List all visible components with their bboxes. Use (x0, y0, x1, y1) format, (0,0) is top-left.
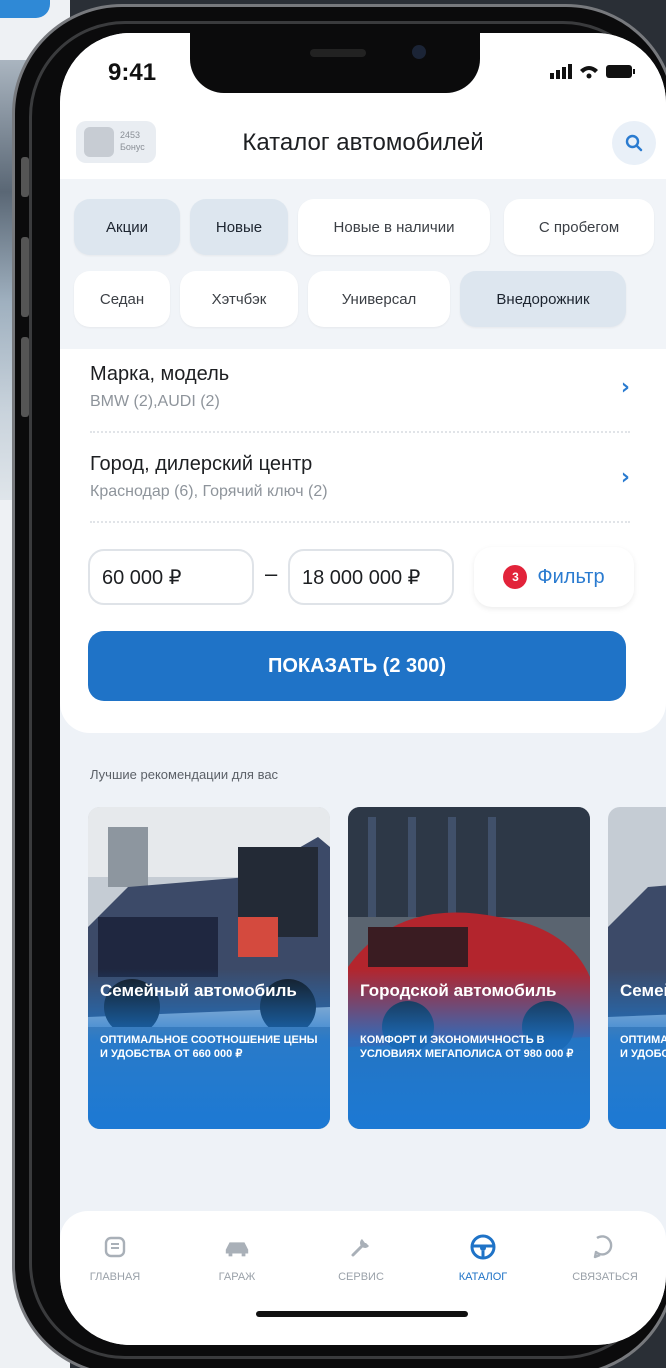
chip-sedan[interactable]: Седан (74, 271, 170, 327)
price-from-input[interactable]: 60 000 ₽ (88, 549, 254, 605)
wrench-icon (347, 1233, 375, 1261)
search-button[interactable] (612, 121, 656, 165)
row-city-dealer[interactable]: Город, дилерский центр Краснодар (6), Го… (90, 437, 630, 525)
steering-wheel-icon (469, 1233, 497, 1261)
card-description: КОМФОРТ И ЭКОНОМИЧНОСТЬ В УСЛОВИЯХ МЕГАП… (360, 1034, 574, 1060)
tab-home[interactable]: ГЛАВНАЯ (60, 1233, 170, 1283)
phone-screen: 9:41 2453 Бонус Каталог автомобилей Акци… (60, 33, 666, 1345)
chip-used[interactable]: С пробегом (504, 199, 654, 255)
tab-service[interactable]: СЕРВИС (306, 1233, 416, 1283)
recommendation-card[interactable]: Городской автомобиль КОМФОРТ И ЭКОНОМИЧН… (348, 807, 590, 1129)
row-subtitle: Краснодар (6), Горячий ключ (2) (90, 483, 328, 500)
recommendations-title: Лучшие рекомендации для вас (90, 767, 279, 782)
card-title: Семейный автомобиль (620, 981, 666, 1000)
filter-label: Фильтр (537, 565, 605, 588)
filter-count-badge: 3 (503, 565, 528, 589)
card-title: Городской автомобиль (360, 981, 557, 1000)
category-chips: Акции Новые Новые в наличии С пробегом С… (60, 179, 666, 349)
page-title: Каталог автомобилей (242, 129, 484, 156)
chip-hatchback[interactable]: Хэтчбэк (180, 271, 298, 327)
row-subtitle: BMW (2),AUDI (2) (90, 393, 220, 410)
price-to-input[interactable]: 18 000 000 ₽ (288, 549, 454, 605)
price-dash: – (265, 561, 278, 586)
chip-suv[interactable]: Внедорожник (460, 271, 626, 327)
home-indicator (256, 1311, 468, 1317)
card-description: ОПТИМАЛЬНОЕ СООТНОШЕНИЕ ЦЕНЫ И УДОБСТВА … (620, 1034, 666, 1060)
chip-new-in-stock[interactable]: Новые в наличии (298, 199, 490, 255)
divider (90, 431, 630, 433)
tab-label: ГЛАВНАЯ (89, 1271, 141, 1283)
phone-icon (591, 1233, 619, 1261)
notch (190, 33, 480, 93)
tab-catalog[interactable]: КАТАЛОГ (428, 1233, 538, 1283)
card-title: Семейный автомобиль (100, 981, 297, 1000)
app-header: 2453 Бонус Каталог автомобилей (60, 113, 666, 179)
phone-volume-down (21, 337, 29, 417)
row-title: Город, дилерский центр (90, 453, 313, 475)
chevron-right-icon: › (620, 465, 630, 490)
tab-label: СВЯЗАТЬСЯ (572, 1271, 638, 1283)
card-description: ОПТИМАЛЬНОЕ СООТНОШЕНИЕ ЦЕНЫ И УДОБСТВА … (100, 1034, 318, 1060)
tab-garage[interactable]: ГАРАЖ (182, 1233, 292, 1283)
front-camera (412, 45, 426, 59)
show-results-button[interactable]: ПОКАЗАТЬ (2 300) (88, 631, 626, 701)
status-time: 9:41 (108, 59, 157, 86)
signal-wifi-battery-icon (550, 64, 635, 79)
background-button (0, 0, 50, 18)
tab-contact[interactable]: СВЯЗАТЬСЯ (550, 1233, 660, 1283)
phone-silent-switch (21, 157, 29, 197)
divider (90, 521, 630, 523)
speaker (310, 49, 366, 57)
chip-new[interactable]: Новые (190, 199, 288, 255)
tab-label: СЕРВИС (338, 1271, 384, 1283)
tab-label: ГАРАЖ (218, 1271, 256, 1283)
status-icons (550, 61, 636, 85)
chip-promotions[interactable]: Акции (74, 199, 180, 255)
recommendation-card[interactable]: Семейный автомобиль ОПТИМАЛЬНОЕ СООТНОШЕ… (608, 807, 666, 1129)
search-icon (625, 134, 643, 152)
recommendation-card[interactable]: Семейный автомобиль ОПТИМАЛЬНОЕ СООТНОШЕ… (88, 807, 330, 1129)
row-brand-model[interactable]: Марка, модель BMW (2),AUDI (2) › (90, 347, 630, 435)
phone-volume-up (21, 237, 29, 317)
chip-wagon[interactable]: Универсал (308, 271, 450, 327)
row-title: Марка, модель (90, 363, 230, 385)
home-icon (101, 1233, 129, 1261)
filter-button[interactable]: 3 Фильтр (474, 547, 634, 607)
car-icon (223, 1233, 251, 1261)
chevron-right-icon: › (620, 375, 630, 400)
tab-label: КАТАЛОГ (458, 1271, 508, 1283)
tab-bar: ГЛАВНАЯ ГАРАЖ СЕРВИС КАТАЛОГ СВЯЗАТЬСЯ (60, 1211, 666, 1345)
